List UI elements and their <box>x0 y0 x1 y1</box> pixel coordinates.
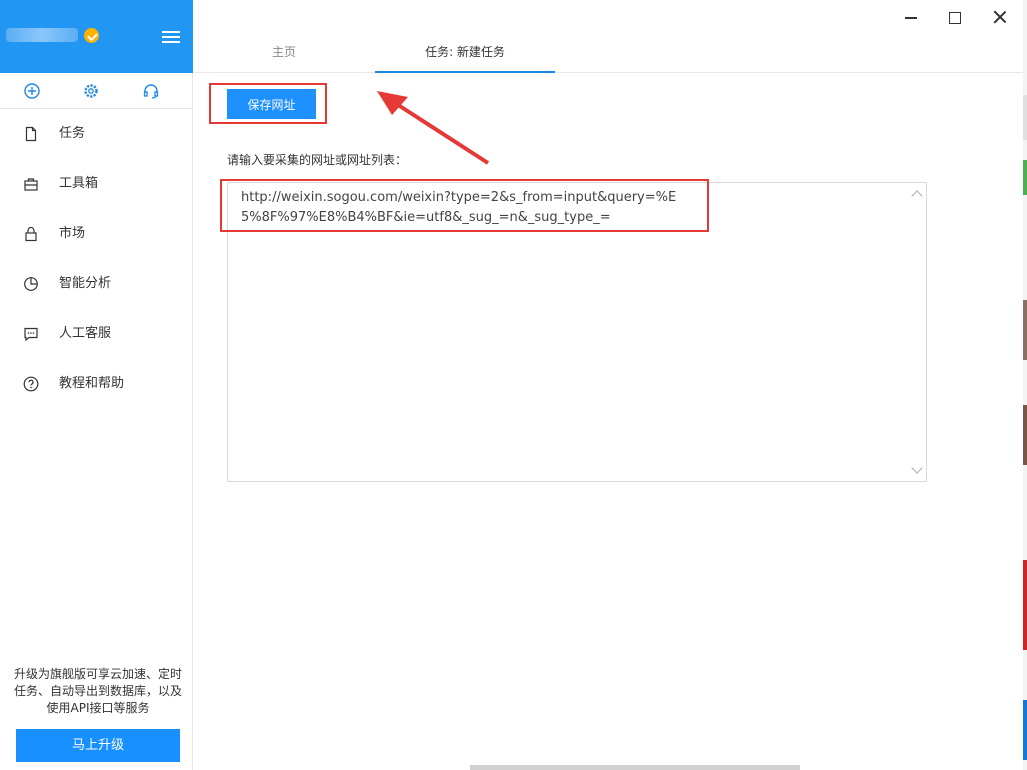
document-icon <box>23 126 39 142</box>
url-textarea-value[interactable]: http://weixin.sogou.com/weixin?type=2&s_… <box>241 188 691 228</box>
sidebar-item-toolbox[interactable]: 工具箱 <box>0 160 193 210</box>
headset-icon[interactable] <box>142 82 160 100</box>
sidebar-item-market[interactable]: 市场 <box>0 210 193 260</box>
sidebar-item-label: 人工客服 <box>59 326 112 341</box>
minimize-icon[interactable] <box>903 9 919 25</box>
help-icon <box>23 376 39 392</box>
sidebar-item-label: 市场 <box>59 226 86 241</box>
vip-badge-icon <box>84 28 99 43</box>
background-fragment <box>1023 95 1027 140</box>
scroll-down-arrow-icon[interactable] <box>911 462 923 474</box>
close-icon[interactable] <box>992 9 1008 25</box>
sidebar-item-support[interactable]: 人工客服 <box>0 310 193 360</box>
sidebar-item-label: 教程和帮助 <box>59 376 125 391</box>
upgrade-button[interactable]: 马上升级 <box>16 729 180 762</box>
sidebar-quick-actions <box>0 73 193 109</box>
sidebar-item-analysis[interactable]: 智能分析 <box>0 260 193 310</box>
chat-icon <box>23 326 39 342</box>
user-name-blurred <box>6 28 78 42</box>
sidebar-item-label: 智能分析 <box>59 276 112 291</box>
annotation-arrow <box>377 91 490 165</box>
background-fragment <box>1023 405 1027 465</box>
hamburger-menu-icon[interactable] <box>162 31 180 43</box>
sidebar: 任务 工具箱 市场 智能分析 人工客服 教程和帮助 升级为旗舰版可享云加速、定时… <box>0 0 193 770</box>
pie-chart-icon <box>23 276 39 292</box>
background-fragment <box>1023 300 1027 360</box>
background-fragment <box>1023 560 1027 650</box>
sidebar-item-task[interactable]: 任务 <box>0 110 193 160</box>
maximize-icon[interactable] <box>946 9 962 25</box>
background-fragment <box>1023 160 1027 195</box>
sidebar-item-label: 任务 <box>59 126 86 141</box>
gear-icon[interactable] <box>82 82 100 100</box>
save-url-button[interactable]: 保存网址 <box>227 89 316 119</box>
toolbox-icon <box>23 176 39 192</box>
sidebar-nav: 任务 工具箱 市场 智能分析 人工客服 教程和帮助 <box>0 110 193 410</box>
tab-bar: 主页 任务: 新建任务 <box>194 32 1023 73</box>
tab-new-task[interactable]: 任务: 新建任务 <box>375 32 555 73</box>
sidebar-item-label: 工具箱 <box>59 176 99 191</box>
upgrade-promo-text: 升级为旗舰版可享云加速、定时任务、自动导出到数据库，以及使用API接口等服务 <box>13 667 182 715</box>
sidebar-header <box>0 0 193 73</box>
lock-icon <box>23 226 39 242</box>
sidebar-item-help[interactable]: 教程和帮助 <box>0 360 193 410</box>
background-fragment <box>1023 700 1027 760</box>
background-taskbar-fragment <box>470 765 800 770</box>
textarea-scrollbar[interactable] <box>909 183 926 481</box>
url-textarea[interactable]: http://weixin.sogou.com/weixin?type=2&s_… <box>227 182 927 482</box>
scroll-up-arrow-icon[interactable] <box>911 190 923 202</box>
plus-circle-icon[interactable] <box>23 82 41 100</box>
tab-home[interactable]: 主页 <box>234 32 334 73</box>
